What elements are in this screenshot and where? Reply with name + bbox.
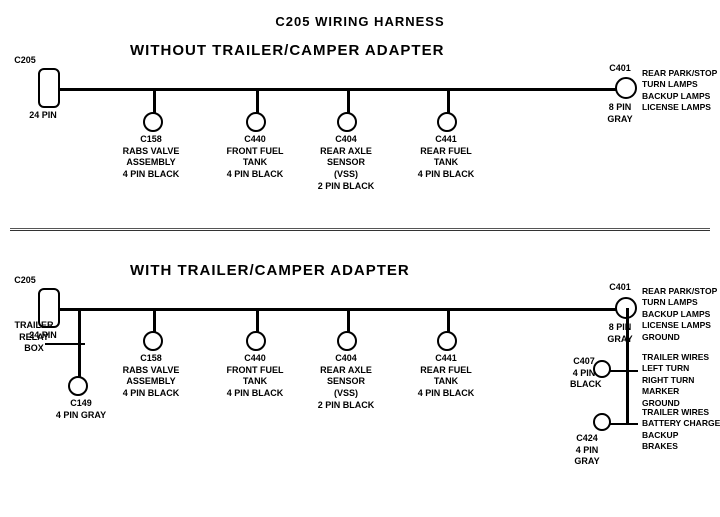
trailer-relay-label: TRAILERRELAYBOX bbox=[5, 320, 63, 355]
c205-bot-label: C205 bbox=[10, 275, 40, 287]
section2-label: WITH TRAILER/CAMPER ADAPTER bbox=[130, 262, 410, 279]
divider bbox=[10, 228, 710, 229]
c158-top-label: C158RABS VALVEASSEMBLY4 PIN BLACK bbox=[120, 134, 182, 181]
c440-bot-vline bbox=[256, 308, 259, 333]
c205-top-pin-label: 24 PIN bbox=[18, 110, 68, 122]
diagram: C205 WIRING HARNESS WITHOUT TRAILER/CAMP… bbox=[0, 0, 720, 500]
c404-top-label: C404REAR AXLESENSOR(VSS)2 PIN BLACK bbox=[314, 134, 378, 192]
trailer-vline1 bbox=[78, 308, 81, 343]
c149-label: C1494 PIN GRAY bbox=[54, 398, 108, 421]
c404-top-vline bbox=[347, 89, 350, 114]
c441-top bbox=[437, 112, 457, 132]
c401-bot-label: C401 bbox=[605, 282, 635, 294]
c441-top-label: C441REAR FUELTANK4 PIN BLACK bbox=[415, 134, 477, 181]
c424-right-label: TRAILER WIRESBATTERY CHARGEBACKUPBRAKES bbox=[642, 407, 720, 453]
c401-top-right-label: REAR PARK/STOPTURN LAMPSBACKUP LAMPSLICE… bbox=[642, 68, 720, 114]
c407-hline bbox=[610, 370, 638, 372]
c404-top bbox=[337, 112, 357, 132]
c205-top bbox=[38, 68, 60, 108]
c441-bot-label: C441REAR FUELTANK4 PIN BLACK bbox=[415, 353, 477, 400]
section-divider bbox=[10, 230, 710, 231]
c401-bot-pin: 8 PINGRAY bbox=[605, 322, 635, 345]
c441-bot-vline bbox=[447, 308, 450, 333]
c149 bbox=[68, 376, 88, 396]
right-branch-vline bbox=[626, 308, 629, 423]
c404-bot-label: C404REAR AXLESENSOR(VSS)2 PIN BLACK bbox=[314, 353, 378, 411]
c440-top-vline bbox=[256, 89, 259, 114]
c404-bot-vline bbox=[347, 308, 350, 333]
main-line-top bbox=[50, 88, 630, 91]
c440-bot-label: C440FRONT FUELTANK4 PIN BLACK bbox=[224, 353, 286, 400]
c158-bot bbox=[143, 331, 163, 351]
c441-top-vline bbox=[447, 89, 450, 114]
c205-top-label: C205 bbox=[10, 55, 40, 67]
c401-top bbox=[615, 77, 637, 99]
c158-top bbox=[143, 112, 163, 132]
c424-hline bbox=[610, 423, 638, 425]
c407-label: C4074 PINBLACK bbox=[570, 356, 598, 391]
c440-top bbox=[246, 112, 266, 132]
c158-bot-label: C158RABS VALVEASSEMBLY4 PIN BLACK bbox=[120, 353, 182, 400]
c424-label: C4244 PINGRAY bbox=[572, 433, 602, 468]
main-line-bot bbox=[50, 308, 630, 311]
c441-bot bbox=[437, 331, 457, 351]
c401-top-label: C401 bbox=[605, 63, 635, 75]
c158-bot-vline bbox=[153, 308, 156, 333]
trailer-vline2 bbox=[78, 343, 81, 378]
c407-right-label: TRAILER WIRESLEFT TURNRIGHT TURNMARKERGR… bbox=[642, 352, 720, 409]
page-title: C205 WIRING HARNESS bbox=[0, 6, 720, 29]
c440-bot bbox=[246, 331, 266, 351]
c158-top-vline bbox=[153, 89, 156, 114]
section1-label: WITHOUT TRAILER/CAMPER ADAPTER bbox=[130, 42, 444, 59]
c424 bbox=[593, 413, 611, 431]
c401-top-pin: 8 PINGRAY bbox=[605, 102, 635, 125]
c404-bot bbox=[337, 331, 357, 351]
c401-bot-right-label: REAR PARK/STOPTURN LAMPSBACKUP LAMPSLICE… bbox=[642, 286, 720, 343]
c440-top-label: C440FRONT FUELTANK4 PIN BLACK bbox=[224, 134, 286, 181]
